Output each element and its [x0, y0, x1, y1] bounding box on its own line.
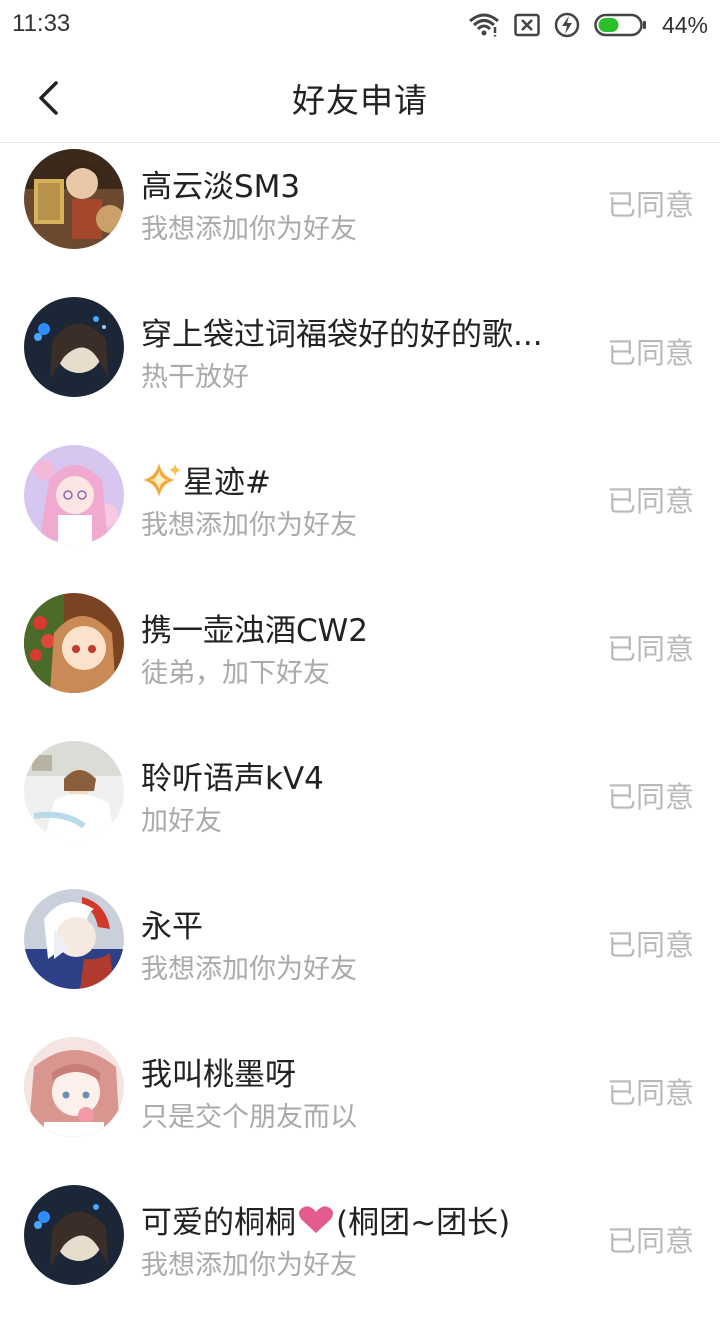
- list-item[interactable]: 穿上袋过词福袋好的好的歌... 热干放好 已同意: [0, 291, 720, 439]
- request-status: 已同意: [606, 188, 694, 222]
- page-title: 好友申请: [292, 81, 428, 120]
- friend-request-list: 高云淡SM3 我想添加你为好友 已同意 穿上袋过词福袋好的好的歌... 热干放好…: [0, 143, 720, 1327]
- request-status: 已同意: [606, 1224, 694, 1258]
- status-bar: 11:33 44%: [0, 0, 720, 50]
- wifi-icon: [468, 12, 500, 38]
- request-message: 我想添加你为好友: [141, 954, 357, 985]
- request-status: 已同意: [606, 928, 694, 962]
- avatar[interactable]: [24, 593, 124, 693]
- avatar[interactable]: [24, 1037, 124, 1137]
- request-message: 热干放好: [141, 362, 249, 393]
- avatar[interactable]: [24, 297, 124, 397]
- request-status: 已同意: [606, 632, 694, 666]
- list-item[interactable]: 聆听语声kV4 加好友 已同意: [0, 735, 720, 883]
- list-item[interactable]: 永平 我想添加你为好友 已同意: [0, 883, 720, 1031]
- request-status: 已同意: [606, 1076, 694, 1110]
- request-message: 只是交个朋友而以: [141, 1102, 357, 1133]
- request-status: 已同意: [606, 336, 694, 370]
- requester-name: 永平: [141, 909, 203, 945]
- request-message: 我想添加你为好友: [141, 510, 357, 541]
- avatar[interactable]: [24, 445, 124, 545]
- requester-name: 星迹#: [141, 457, 589, 502]
- list-item[interactable]: 星迹# 我想添加你为好友 已同意: [0, 439, 720, 587]
- avatar[interactable]: [24, 889, 124, 989]
- battery-percentage: 44%: [661, 11, 708, 38]
- status-time: 11:33: [12, 10, 71, 37]
- requester-name: 可爱的桐桐 (桐团~团长): [141, 1205, 511, 1241]
- requester-name: 穿上袋过词福袋好的好的歌...: [141, 317, 543, 353]
- requester-name: 聆听语声kV4: [141, 761, 324, 797]
- request-message: 加好友: [141, 806, 222, 837]
- status-icons: 44%: [468, 8, 708, 42]
- requester-name: 高云淡SM3: [141, 169, 301, 205]
- charging-icon: [554, 12, 580, 38]
- list-item[interactable]: 高云淡SM3 我想添加你为好友 已同意: [0, 143, 720, 291]
- sparkle-icon: [143, 462, 181, 497]
- requester-name: 携一壶浊酒CW2: [141, 613, 369, 649]
- requester-name: 我叫桃墨呀: [141, 1057, 296, 1093]
- heart-icon: [299, 1205, 333, 1233]
- battery-icon: [594, 13, 648, 37]
- list-item[interactable]: 携一壶浊酒CW2 徒弟，加下好友 已同意: [0, 587, 720, 735]
- request-message: 徒弟，加下好友: [141, 658, 330, 689]
- request-message: 我想添加你为好友: [141, 1250, 357, 1281]
- no-sim-icon: [514, 13, 540, 37]
- request-status: 已同意: [606, 484, 694, 518]
- request-status: 已同意: [606, 780, 694, 814]
- avatar[interactable]: [24, 1185, 124, 1285]
- header: 好友申请: [0, 50, 720, 143]
- request-message: 我想添加你为好友: [141, 214, 357, 245]
- avatar[interactable]: [24, 741, 124, 841]
- list-item[interactable]: 我叫桃墨呀 只是交个朋友而以 已同意: [0, 1031, 720, 1179]
- list-item[interactable]: 可爱的桐桐 (桐团~团长) 我想添加你为好友 已同意: [0, 1179, 720, 1327]
- avatar[interactable]: [24, 149, 124, 249]
